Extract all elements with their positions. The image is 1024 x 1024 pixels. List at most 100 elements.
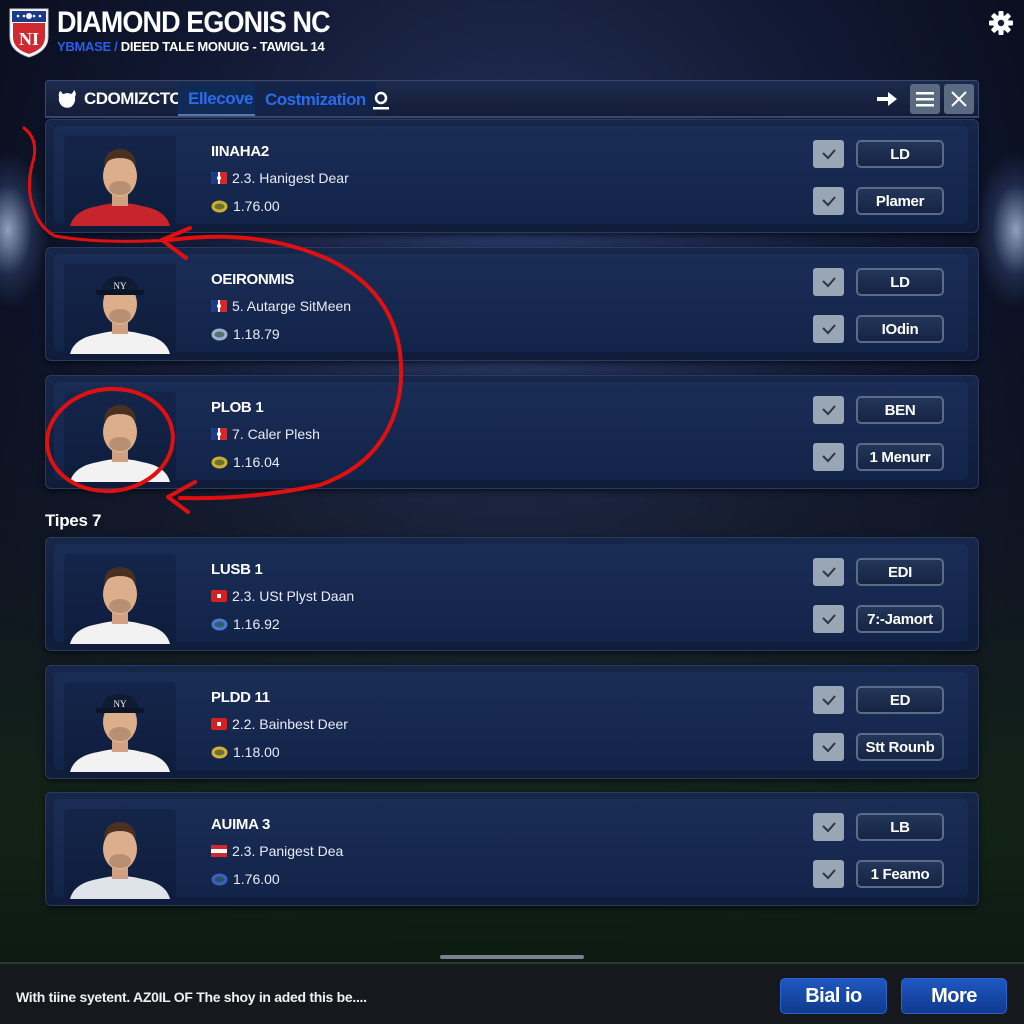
stadium-lights-left	[0, 150, 50, 310]
select-checkbox-2[interactable]	[813, 443, 844, 471]
player-portrait-icon	[70, 567, 170, 644]
position-button[interactable]: ED	[856, 686, 944, 714]
player-portrait: NY	[64, 682, 176, 772]
action-button[interactable]: Plamer	[856, 187, 944, 215]
player-portrait-icon: NY	[70, 276, 170, 354]
player-detail: 2.3. USt Plyst Daan	[232, 588, 355, 604]
player-stat: 1.16.92	[233, 616, 280, 632]
team-badge-icon	[211, 200, 228, 212]
team-badge-icon	[211, 456, 228, 468]
player-stat-row: 1.16.92	[211, 616, 280, 632]
player-portrait-icon	[70, 405, 170, 482]
player-portrait	[64, 136, 176, 226]
select-checkbox-1[interactable]	[813, 686, 844, 714]
subtitle-text: DIEED TALE MONUIG - TAWIGL 14	[120, 39, 325, 54]
striped-flag-icon	[211, 845, 227, 857]
player-detail-row: 2.3. Panigest Dea	[211, 843, 343, 859]
checkmark-icon	[821, 822, 836, 833]
action-button[interactable]: IOdin	[856, 315, 944, 343]
position-button[interactable]: BEN	[856, 396, 944, 424]
checkmark-icon	[821, 695, 836, 706]
player-card[interactable]: AUIMA 3 2.3. Panigest Dea 1.76.00 LB 1 Feamo	[45, 792, 979, 906]
player-card-body: NY PLDD 11 2.2. Bainbest Deer 1.18.00 ED Stt …	[54, 672, 968, 772]
team-badge-icon	[211, 873, 228, 885]
team-badge-icon	[211, 746, 228, 758]
player-stat-row: 1.76.00	[211, 198, 280, 214]
player-detail-row: 7. Caler Plesh	[211, 426, 320, 442]
player-stat-row: 1.18.79	[211, 326, 280, 342]
arrow-right-icon[interactable]	[874, 86, 900, 112]
player-card[interactable]: PLOB 1 7. Caler Plesh 1.16.04 BEN 1 Menurr	[45, 375, 979, 489]
player-portrait	[64, 809, 176, 899]
more-button[interactable]: More	[901, 978, 1007, 1014]
player-stat-row: 1.18.00	[211, 744, 280, 760]
scroll-handle[interactable]	[440, 955, 584, 959]
player-stat: 1.18.00	[233, 744, 280, 760]
player-card[interactable]: NY OEIRONMIS 5. Autarge SitMeen 1.18.79 LD IO…	[45, 247, 979, 361]
player-card-body: NY OEIRONMIS 5. Autarge SitMeen 1.18.79 LD IO…	[54, 254, 968, 354]
gear-icon[interactable]	[988, 10, 1014, 36]
select-checkbox-1[interactable]	[813, 268, 844, 296]
select-checkbox-2[interactable]	[813, 860, 844, 888]
select-checkbox-1[interactable]	[813, 140, 844, 168]
tabbar-actions	[874, 84, 974, 114]
app-subtitle: YBMASE / DIEED TALE MONUIG - TAWIGL 14	[57, 39, 325, 54]
player-card[interactable]: LUSB 1 2.3. USt Plyst Daan 1.16.92 EDI 7:-Ja…	[45, 537, 979, 651]
position-button[interactable]: EDI	[856, 558, 944, 586]
player-stat-row: 1.16.04	[211, 454, 280, 470]
position-button[interactable]: LD	[856, 140, 944, 168]
tab-ellecove[interactable]: Ellecove	[178, 83, 263, 116]
select-checkbox-1[interactable]	[813, 558, 844, 586]
player-stat: 1.18.79	[233, 326, 280, 342]
select-checkbox-1[interactable]	[813, 813, 844, 841]
select-checkbox-2[interactable]	[813, 605, 844, 633]
select-checkbox-2[interactable]	[813, 315, 844, 343]
tab-bar: CDOMIZCTON Ellecove Costmization	[45, 80, 979, 118]
player-detail-row: 5. Autarge SitMeen	[211, 298, 351, 314]
select-checkbox-2[interactable]	[813, 733, 844, 761]
tab-costmization[interactable]: Costmization	[255, 83, 376, 116]
player-portrait-icon	[70, 822, 170, 899]
position-button[interactable]: LD	[856, 268, 944, 296]
player-card[interactable]: NY PLDD 11 2.2. Bainbest Deer 1.18.00 ED Stt …	[45, 665, 979, 779]
action-button[interactable]: Stt Rounb	[856, 733, 944, 761]
menu-icon	[916, 92, 934, 107]
stadium-lights-right	[974, 150, 1024, 310]
player-card[interactable]: IINAHA2 2.3. Hanigest Dear 1.76.00 LD Plamer	[45, 119, 979, 233]
player-portrait-icon	[70, 149, 170, 226]
red-flag-icon	[211, 718, 227, 730]
player-stat: 1.16.04	[233, 454, 280, 470]
player-card-body: IINAHA2 2.3. Hanigest Dear 1.76.00 LD Plamer	[54, 126, 968, 226]
menu-button[interactable]	[910, 84, 940, 114]
select-checkbox-1[interactable]	[813, 396, 844, 424]
player-stat: 1.76.00	[233, 198, 280, 214]
checkmark-icon	[821, 452, 836, 463]
select-checkbox-2[interactable]	[813, 187, 844, 215]
player-detail: 2.3. Hanigest Dear	[232, 170, 349, 186]
search-icon[interactable]	[368, 87, 394, 113]
red-flag-icon	[211, 590, 227, 602]
team-badge-icon	[211, 328, 228, 340]
close-button[interactable]	[944, 84, 974, 114]
checkmark-icon	[821, 196, 836, 207]
player-portrait: NY	[64, 264, 176, 354]
league-logo-icon	[211, 300, 227, 312]
position-button[interactable]: LB	[856, 813, 944, 841]
player-card-body: PLOB 1 7. Caler Plesh 1.16.04 BEN 1 Menurr	[54, 382, 968, 482]
shield-logo-icon: NI	[9, 8, 49, 58]
checkmark-icon	[821, 405, 836, 416]
action-button[interactable]: 7:-Jamort	[856, 605, 944, 633]
bial-io-button[interactable]: Bial io	[780, 978, 887, 1014]
player-card-body: AUIMA 3 2.3. Panigest Dea 1.76.00 LB 1 Feamo	[54, 799, 968, 899]
close-icon	[951, 91, 967, 107]
tabbar-brand: CDOMIZCTON	[56, 89, 194, 109]
bull-icon	[58, 90, 76, 108]
player-detail-row: 2.3. Hanigest Dear	[211, 170, 349, 186]
checkmark-icon	[821, 567, 836, 578]
action-button[interactable]: 1 Feamo	[856, 860, 944, 888]
player-detail: 2.3. Panigest Dea	[232, 843, 344, 859]
player-name: PLOB 1	[211, 399, 264, 416]
action-button[interactable]: 1 Menurr	[856, 443, 944, 471]
league-logo-icon	[211, 172, 227, 184]
section-label: Tipes 7	[45, 511, 102, 530]
